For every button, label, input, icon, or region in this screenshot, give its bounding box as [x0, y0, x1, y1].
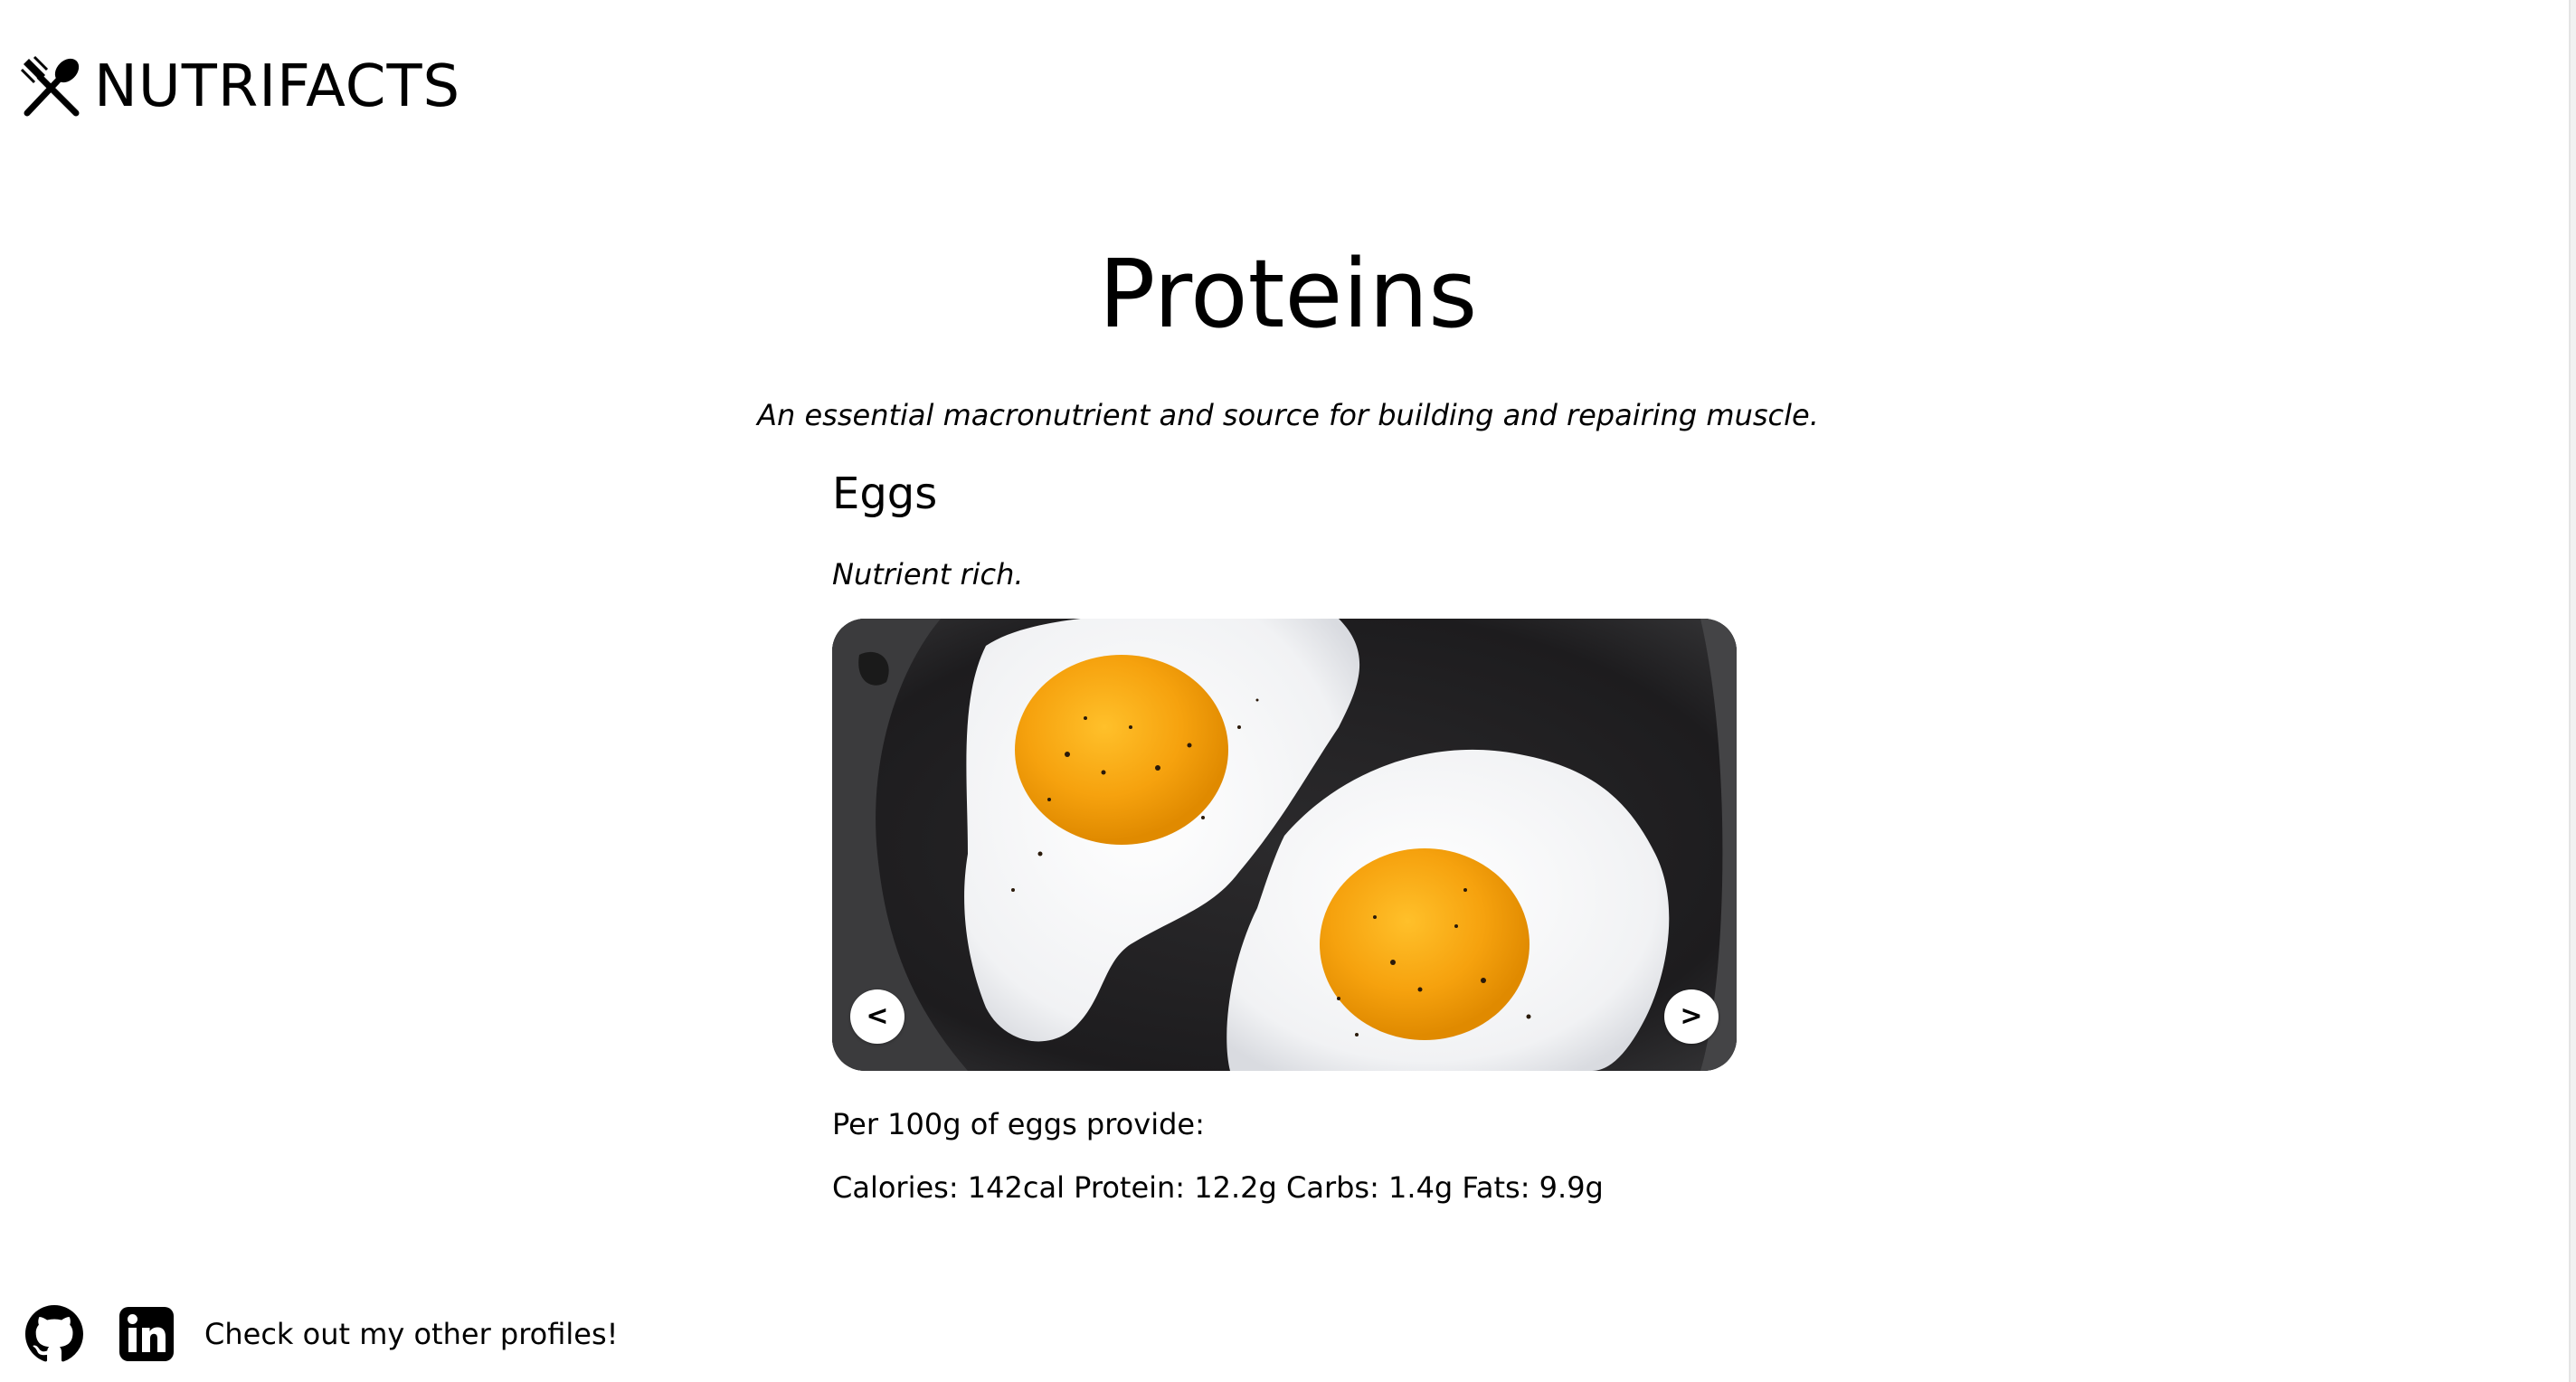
- scrollbar[interactable]: [2569, 0, 2576, 1382]
- calories-value: Calories: 142cal: [832, 1170, 1065, 1206]
- page-subtitle: An essential macronutrient and source fo…: [757, 398, 1819, 432]
- footer: Check out my other profiles!: [25, 1302, 618, 1366]
- linkedin-link[interactable]: [118, 1305, 175, 1363]
- food-card: Eggs Nutrient rich. < > Per 100g of eggs…: [832, 469, 1737, 1206]
- page: NUTRIFACTS Proteins An essential macronu…: [0, 0, 2576, 1382]
- fats-value: Fats: 9.9g: [1462, 1170, 1604, 1206]
- linkedin-icon: [119, 1307, 174, 1361]
- fried-eggs-photo: [832, 618, 1737, 1071]
- footer-text: Check out my other profiles!: [204, 1317, 619, 1351]
- food-name: Eggs: [832, 469, 938, 519]
- carousel-next-button[interactable]: >: [1664, 989, 1719, 1044]
- fork-spoon-icon: [20, 55, 80, 117]
- github-link[interactable]: [25, 1305, 83, 1363]
- page-title: Proteins: [1098, 239, 1478, 349]
- github-icon: [25, 1305, 83, 1362]
- brand-logo[interactable]: NUTRIFACTS: [18, 51, 460, 123]
- carousel-prev-button[interactable]: <: [850, 989, 904, 1044]
- carbs-value: Carbs: 1.4g: [1285, 1170, 1454, 1206]
- serving-label: Per 100g of eggs provide:: [832, 1106, 1205, 1141]
- macros-line: Calories: 142cal Protein: 12.2g Carbs: 1…: [832, 1170, 1737, 1205]
- food-tagline: Nutrient rich.: [832, 556, 1024, 592]
- protein-value: Protein: 12.2g: [1074, 1170, 1277, 1206]
- image-carousel: < >: [832, 618, 1737, 1071]
- brand-name: NUTRIFACTS: [94, 53, 461, 120]
